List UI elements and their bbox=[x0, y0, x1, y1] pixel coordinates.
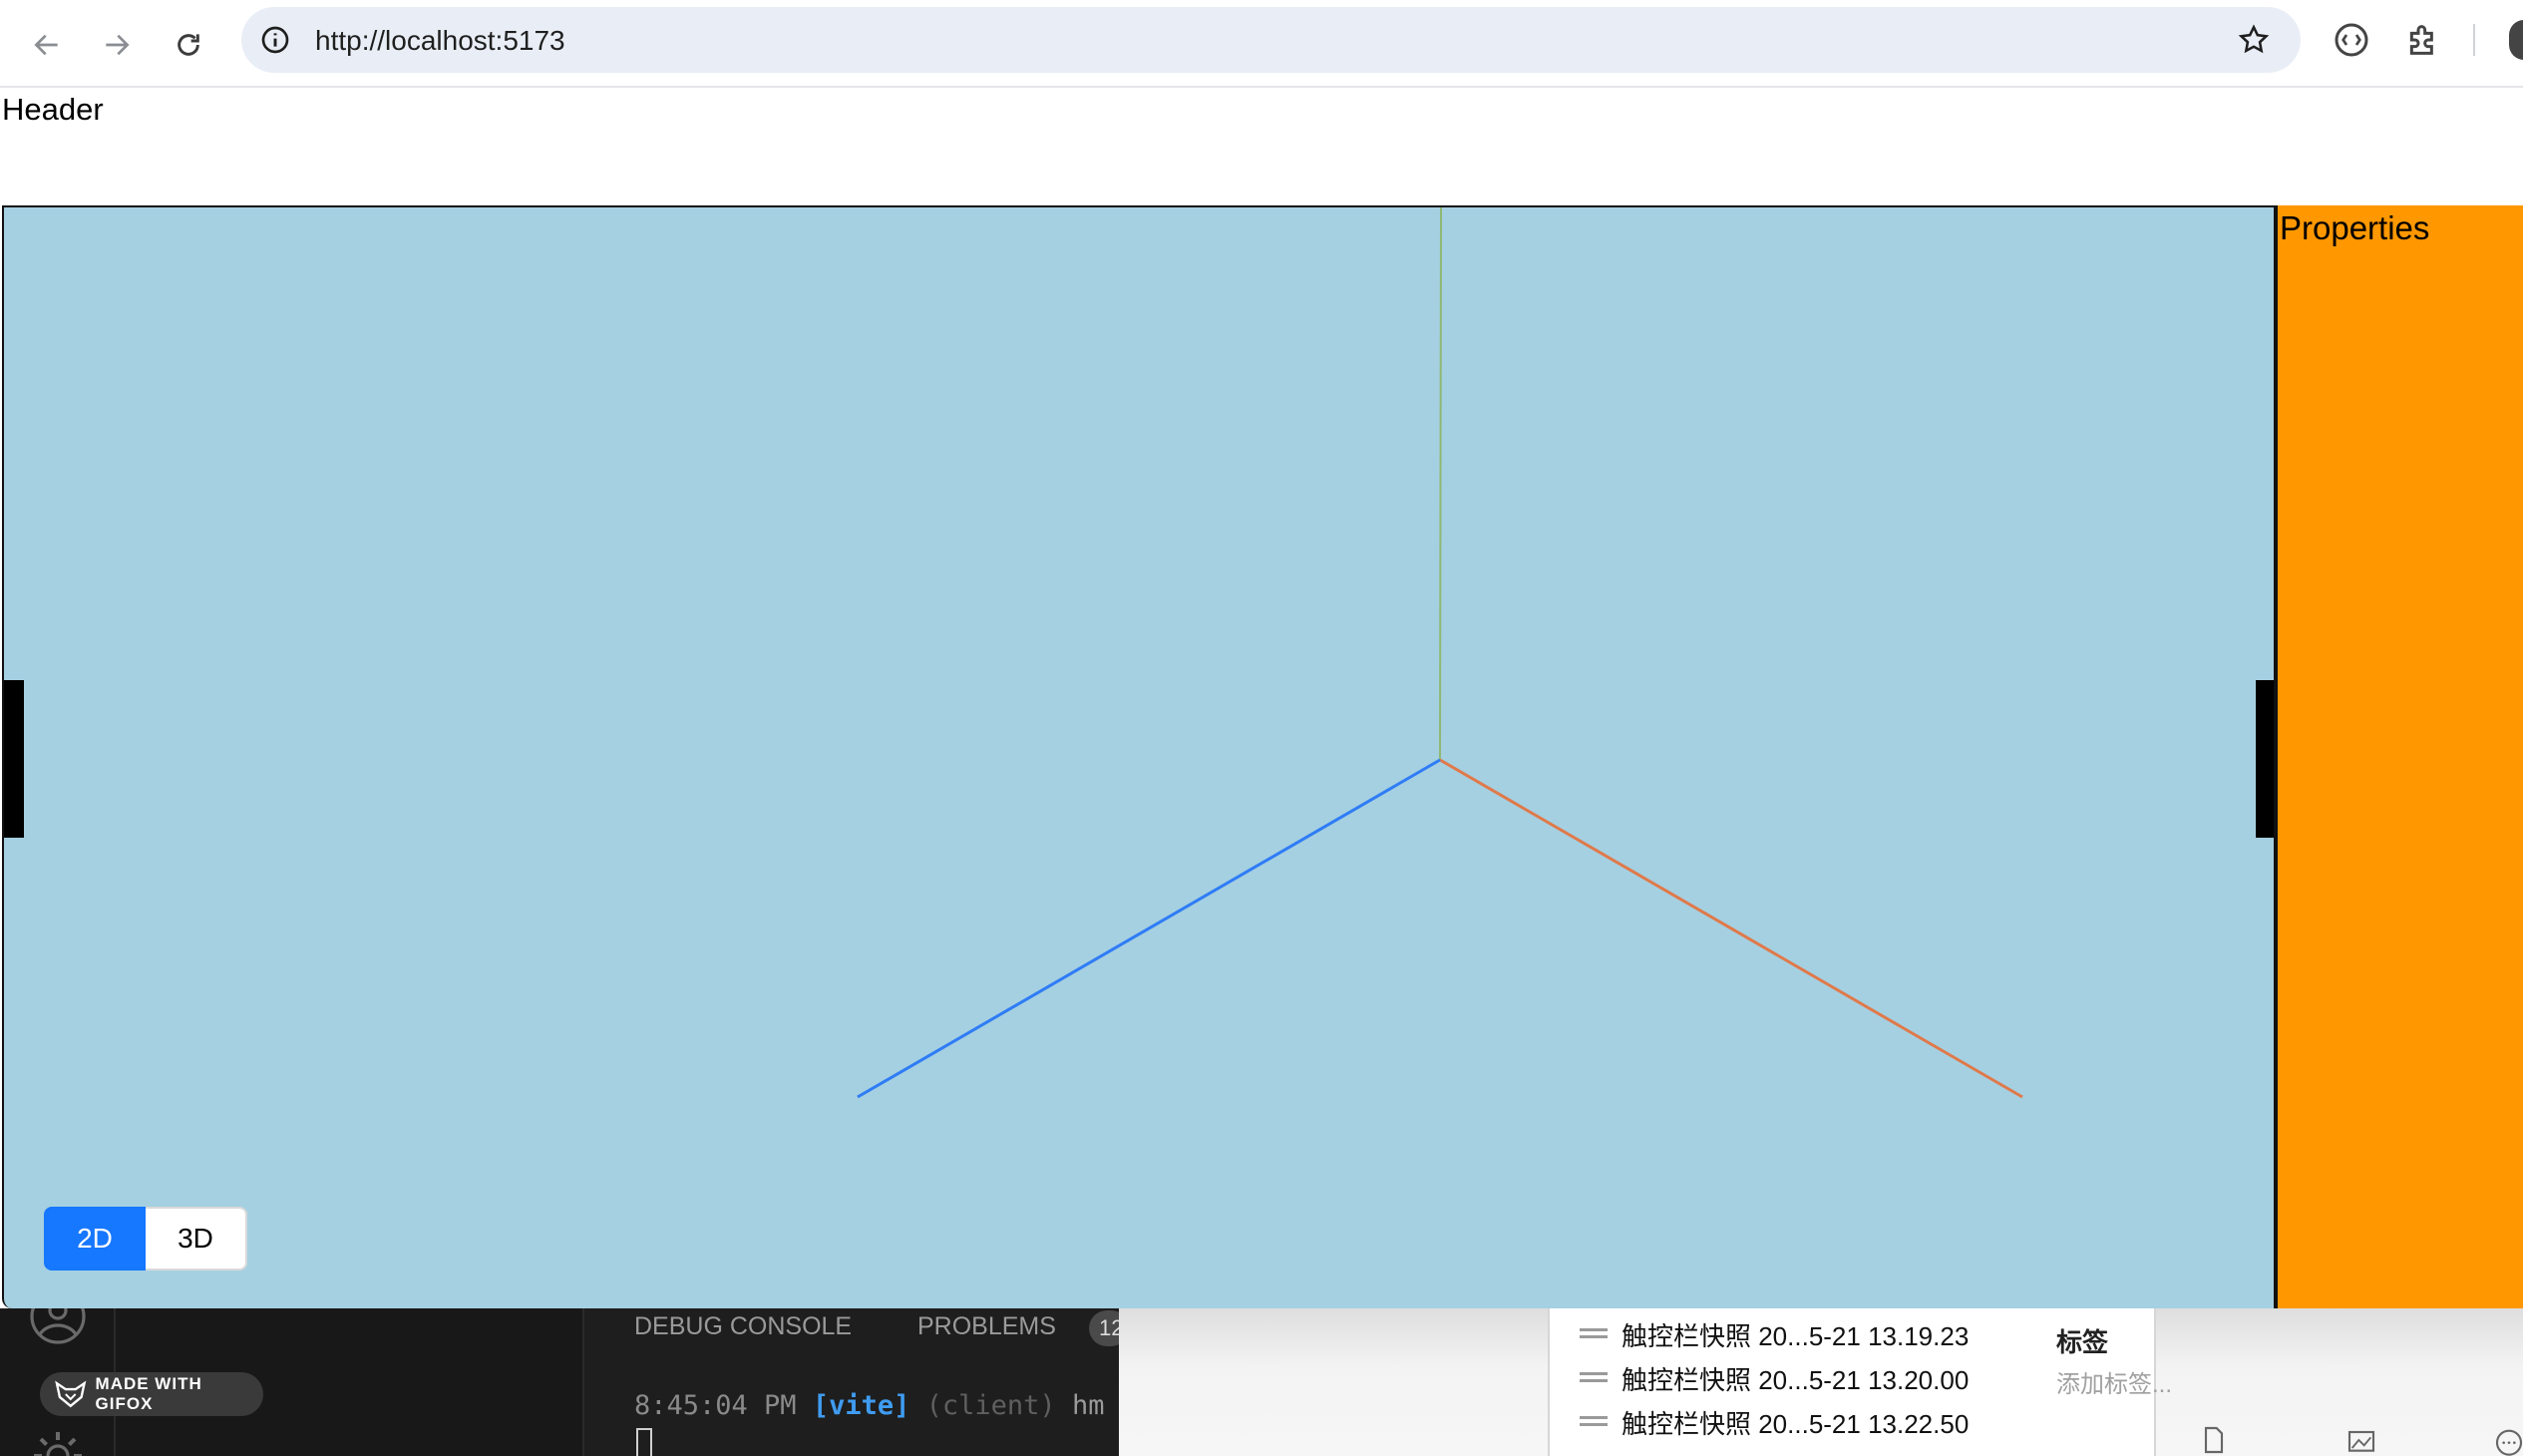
left-panel-resize-handle[interactable] bbox=[4, 680, 24, 838]
forward-button[interactable] bbox=[92, 20, 142, 70]
browser-toolbar: http://localhost:5173 bbox=[0, 0, 2523, 88]
canvas-viewport[interactable]: 2D 3D bbox=[2, 205, 2276, 1308]
vscode-window: DEBUG CONSOLE PROBLEMS 12 8:45:04 PM [vi… bbox=[0, 1308, 1129, 1456]
profile-avatar[interactable] bbox=[2509, 20, 2523, 60]
properties-panel: Properties bbox=[2276, 205, 2523, 1308]
terminal-vite-tag: [vite] bbox=[812, 1390, 910, 1421]
back-button[interactable] bbox=[22, 20, 72, 70]
file-icon bbox=[1580, 1416, 1608, 1426]
properties-title: Properties bbox=[2280, 209, 2430, 246]
tags-heading: 标签 bbox=[2056, 1327, 2109, 1357]
reload-icon bbox=[178, 34, 199, 56]
list-item[interactable]: 触控栏快照 20...5-21 13.22.50 bbox=[1550, 1400, 2158, 1442]
axes-helper bbox=[857, 207, 2023, 1099]
arrow-left-icon bbox=[34, 34, 58, 56]
reload-button[interactable] bbox=[164, 20, 213, 70]
address-bar[interactable]: http://localhost:5173 bbox=[241, 7, 2301, 73]
file-name: 触控栏快照 20...5-21 13.22.50 bbox=[1622, 1409, 1970, 1439]
file-icon bbox=[1580, 1372, 1608, 1382]
app-header: Header bbox=[2, 92, 104, 127]
finder-window: 触控栏快照 20...5-21 13.19.23 触控栏快照 20...5-21… bbox=[1119, 1308, 2523, 1456]
file-icon bbox=[1580, 1328, 1608, 1338]
gifox-logo-icon bbox=[55, 1380, 87, 1408]
view-2d-button[interactable]: 2D bbox=[44, 1207, 146, 1271]
account-icon[interactable] bbox=[28, 1308, 88, 1348]
document-icon[interactable] bbox=[2198, 1424, 2230, 1456]
puzzle-icon[interactable] bbox=[2403, 20, 2443, 60]
settings-gear-icon[interactable] bbox=[26, 1420, 90, 1456]
bookmark-star-icon[interactable] bbox=[2237, 23, 2271, 57]
arrow-right-icon bbox=[106, 34, 130, 56]
terminal-line: 8:45:04 PM [vite] (client) hm bbox=[634, 1390, 1104, 1421]
toolbar-divider bbox=[2473, 24, 2475, 56]
file-name: 触控栏快照 20...5-21 13.20.00 bbox=[1622, 1365, 1970, 1395]
url-text[interactable]: http://localhost:5173 bbox=[315, 25, 565, 57]
vscode-bottom-panel: DEBUG CONSOLE PROBLEMS 12 8:45:04 PM [vi… bbox=[584, 1308, 1129, 1456]
tab-problems[interactable]: PROBLEMS bbox=[917, 1312, 1056, 1341]
y-axis-line bbox=[1439, 207, 1442, 761]
tab-debug-console[interactable]: DEBUG CONSOLE bbox=[634, 1312, 852, 1341]
z-axis-line bbox=[857, 758, 1441, 1099]
terminal-cursor bbox=[636, 1428, 652, 1456]
terminal-time: 8:45:04 PM bbox=[634, 1390, 797, 1421]
terminal-message: hm bbox=[1071, 1390, 1105, 1421]
right-panel-resize-handle[interactable] bbox=[2256, 680, 2274, 838]
terminal-client-tag: (client) bbox=[925, 1390, 1056, 1421]
extension-icon[interactable] bbox=[2332, 20, 2371, 60]
x-axis-line bbox=[1439, 758, 2023, 1099]
tags-input[interactable]: 添加标签... bbox=[2056, 1364, 2172, 1399]
more-options-icon[interactable] bbox=[2493, 1424, 2523, 1456]
image-icon[interactable] bbox=[2345, 1424, 2377, 1456]
desktop-background-windows: DEBUG CONSOLE PROBLEMS 12 8:45:04 PM [vi… bbox=[0, 1308, 2523, 1456]
gifox-watermark: MADE WITH GIFOX bbox=[40, 1372, 263, 1416]
workspace: 2D 3D Properties bbox=[2, 205, 2523, 1308]
info-icon[interactable] bbox=[259, 24, 291, 56]
view-3d-button[interactable]: 3D bbox=[146, 1207, 247, 1271]
gifox-label: MADE WITH GIFOX bbox=[95, 1374, 202, 1413]
file-name: 触控栏快照 20...5-21 13.19.23 bbox=[1622, 1321, 1970, 1351]
view-mode-toggle: 2D 3D bbox=[44, 1207, 247, 1271]
